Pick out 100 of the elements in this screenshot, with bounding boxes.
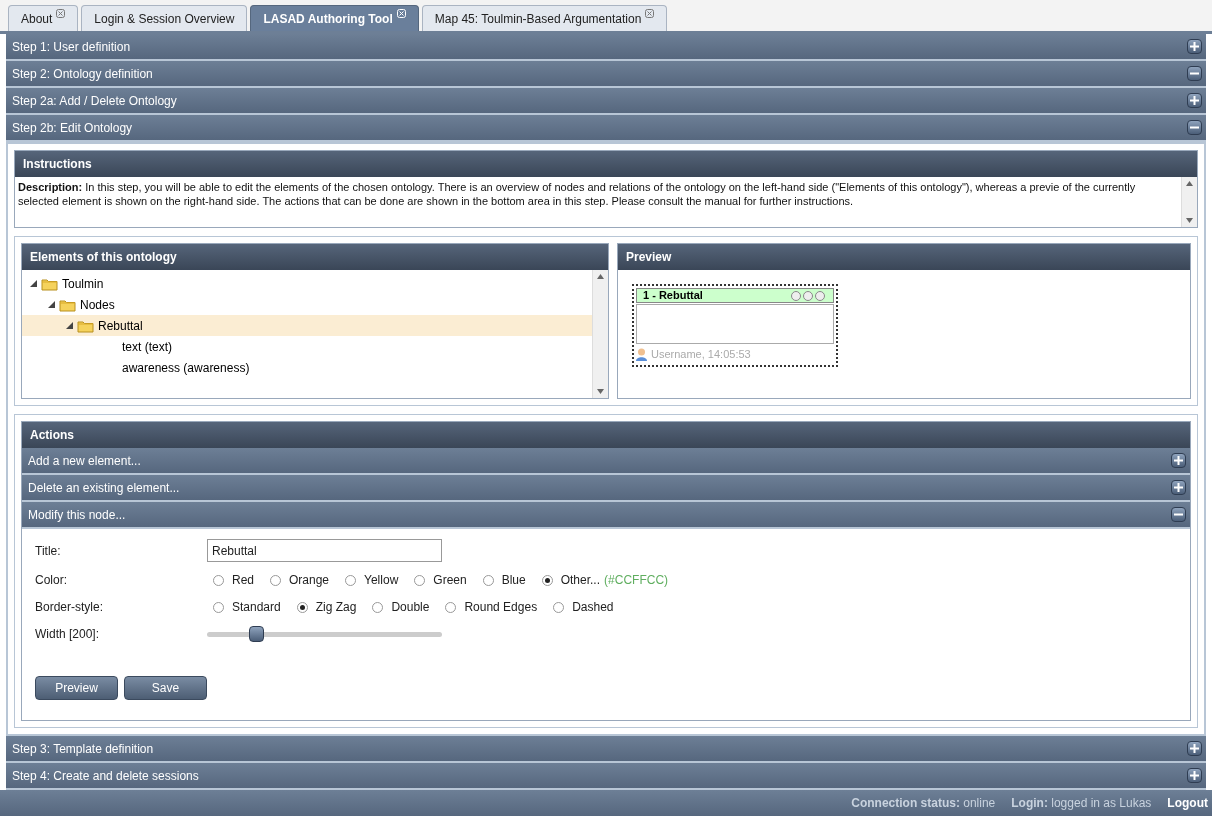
user-icon — [636, 347, 647, 361]
step-title: Step 2a: Add / Delete Ontology — [11, 92, 177, 110]
tab[interactable]: LASAD Authoring Tool — [250, 5, 419, 31]
expand-icon[interactable] — [1187, 741, 1202, 756]
step-header[interactable]: Step 2a: Add / Delete Ontology — [6, 88, 1206, 115]
tab-label: About — [21, 10, 53, 28]
collapse-icon[interactable] — [1187, 120, 1202, 135]
tree-item[interactable]: awareness (awareness) — [22, 357, 592, 378]
step-header[interactable]: Step 2: Ontology definition — [6, 61, 1206, 88]
step-header[interactable]: Step 1: User definition — [6, 34, 1206, 61]
field-label: Border-style: — [35, 599, 105, 616]
radio-button[interactable] — [482, 574, 494, 586]
expand-icon[interactable] — [1187, 768, 1202, 783]
radio-button[interactable] — [345, 574, 357, 586]
scroll-down-icon[interactable] — [1186, 218, 1193, 223]
radio-button[interactable] — [296, 601, 308, 613]
tree-item[interactable]: Rebuttal — [22, 315, 592, 336]
close-icon[interactable] — [56, 9, 66, 18]
login-status: Login: logged in as Lukas — [1011, 795, 1152, 812]
color-code: (#CCFFCC) — [604, 572, 669, 589]
radio-button[interactable] — [270, 574, 281, 586]
radio-button[interactable] — [213, 574, 224, 586]
panel-header: Actions — [22, 422, 1190, 448]
step-header[interactable]: Step 4: Create and delete sessions — [6, 763, 1206, 790]
tab[interactable]: Map 45: Toulmin-Based Argumentation — [421, 5, 668, 31]
title-field[interactable]: Rebuttal — [207, 539, 442, 562]
tree-toggle-icon[interactable] — [30, 280, 37, 287]
step-header[interactable]: Step 2b: Edit Ontology — [6, 115, 1206, 142]
radio-option[interactable]: Blue — [482, 571, 526, 589]
tree-item[interactable]: Nodes — [22, 294, 592, 315]
scrollbar[interactable] — [1181, 177, 1197, 227]
radio-option[interactable]: Standard — [213, 598, 281, 616]
expand-icon[interactable] — [1187, 39, 1202, 54]
radio-button[interactable] — [372, 601, 384, 613]
folder-icon — [59, 297, 76, 312]
expand-icon[interactable] — [1171, 453, 1186, 468]
tree-label: Toulmin — [62, 275, 104, 293]
scroll-down-icon[interactable] — [597, 389, 604, 394]
tab-label: Map 45: Toulmin-Based Argumentation — [434, 10, 642, 28]
field-label: Color: — [35, 572, 68, 589]
radio-option[interactable]: Double — [372, 598, 430, 616]
tree-toggle-icon[interactable] — [48, 301, 55, 308]
step-header[interactable]: Step 3: Template definition — [6, 736, 1206, 763]
tree-label: Rebuttal — [98, 317, 143, 335]
tab[interactable]: About — [8, 5, 79, 31]
collapse-icon[interactable] — [1187, 66, 1202, 81]
connection-status: Connection status: online — [851, 795, 996, 812]
radio-button[interactable] — [213, 601, 224, 613]
radio-option[interactable]: Orange — [270, 571, 330, 589]
step-title: Step 4: Create and delete sessions — [11, 767, 199, 785]
radio-button[interactable] — [553, 601, 565, 613]
radio-option[interactable]: Zig Zag — [296, 598, 357, 616]
step-title: Delete an existing element... — [27, 479, 180, 497]
close-icon[interactable] — [645, 9, 655, 18]
step-title: Step 1: User definition — [11, 38, 131, 56]
folder-icon — [77, 318, 94, 333]
tree-item[interactable]: text (text) — [22, 336, 592, 357]
radio-option[interactable]: Round Edges — [445, 598, 538, 616]
scroll-up-icon[interactable] — [597, 274, 604, 279]
panel-header: Elements of this ontology — [22, 244, 608, 270]
step-header[interactable]: Modify this node... — [22, 502, 1190, 529]
step-title: Modify this node... — [27, 506, 126, 524]
field-label: Title: — [35, 542, 62, 560]
collapse-icon[interactable] — [1171, 507, 1186, 522]
radio-button[interactable] — [541, 574, 553, 586]
radio-option[interactable]: Dashed — [553, 598, 614, 616]
tab[interactable]: Login & Session Overview — [81, 5, 248, 31]
field-label: Width [200]: — [35, 626, 101, 643]
step-title: Add a new element... — [27, 452, 141, 470]
action-button[interactable]: Save — [124, 676, 207, 700]
scrollbar[interactable] — [592, 270, 608, 398]
tab-label: LASAD Authoring Tool — [263, 10, 393, 28]
step-title: Step 2b: Edit Ontology — [11, 119, 133, 137]
tree-toggle-icon[interactable] — [66, 322, 73, 329]
expand-icon[interactable] — [1187, 93, 1202, 108]
step-title: Step 3: Template definition — [11, 740, 154, 758]
radio-button[interactable] — [414, 574, 426, 586]
node-footer: Username, 14:05:53 — [651, 346, 751, 363]
tree-label: text (text) — [122, 338, 172, 356]
radio-option[interactable]: Other... — [541, 571, 601, 589]
radio-option[interactable]: Green — [414, 571, 467, 589]
radio-option[interactable]: Red — [213, 571, 254, 589]
radio-button[interactable] — [445, 601, 457, 613]
description-text: Description: In this step, you will be able to edit the elements of the chosen ontology. There is an overview of nodes and relations of the ontology on the left-hand side ("Elements of this ontology"), whereas a previe of the currently selected element is shown on the right-hand side. The actions that can be done are shown in the bottom area in this step. Please consult the manual for further instructions. — [17, 180, 1137, 209]
node-title: 1 - Rebuttal — [643, 288, 703, 304]
tree-label: Nodes — [80, 296, 115, 314]
panel-header: Instructions — [15, 151, 1197, 177]
tree-label: awareness (awareness) — [122, 359, 250, 377]
step-header[interactable]: Add a new element... — [22, 448, 1190, 475]
folder-icon — [41, 276, 58, 291]
expand-icon[interactable] — [1171, 480, 1186, 495]
logout-link[interactable]: Logout — [1167, 794, 1208, 812]
slider-thumb[interactable] — [249, 625, 265, 642]
tab-label: Login & Session Overview — [94, 10, 235, 28]
scroll-up-icon[interactable] — [1186, 181, 1193, 186]
action-button[interactable]: Preview — [35, 676, 118, 700]
radio-option[interactable]: Yellow — [345, 571, 399, 589]
step-header[interactable]: Delete an existing element... — [22, 475, 1190, 502]
tree-item[interactable]: Toulmin — [22, 273, 592, 294]
panel-header: Preview — [618, 244, 1190, 270]
